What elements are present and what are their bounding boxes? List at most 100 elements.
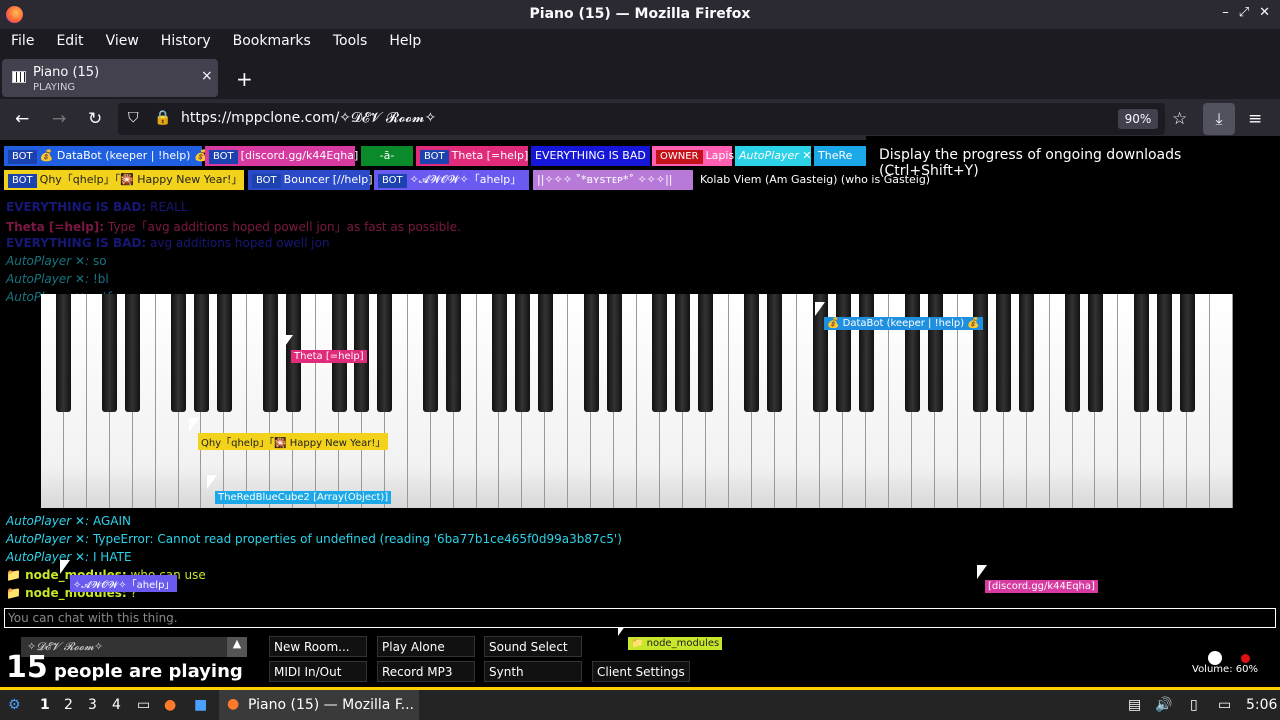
menu-help[interactable]: Help [378, 29, 432, 54]
taskbar-window-firefox[interactable]: ● Piano (15) — Mozilla F... [219, 690, 419, 720]
white-key[interactable] [1210, 294, 1233, 508]
chat-input[interactable]: You can chat with this thing. [4, 608, 1276, 628]
black-key[interactable] [1065, 294, 1081, 412]
maximize-button[interactable]: ⤢ [1239, 5, 1249, 20]
user-there[interactable]: TheRe [814, 146, 870, 166]
user-databot[interactable]: BOT 💰 DataBot (keeper | !help) 💰 [4, 146, 208, 166]
navigation-bar: ← → ↻ ⛉ 🔒 https://mppclone.com/✧𝓓𝓔𝓥 𝓡𝓸𝓸𝓶… [0, 99, 1280, 140]
cursor-label-discord: [discord.gg/k44Eqha] [985, 580, 1098, 593]
black-key[interactable] [423, 294, 439, 412]
black-key[interactable] [56, 294, 72, 412]
url-text[interactable]: https://mppclone.com/✧𝓓𝓔𝓥 𝓡𝓸𝓸𝓶✧ [181, 110, 436, 126]
cursor-icon [283, 335, 293, 349]
black-key[interactable] [904, 294, 920, 412]
user-theta[interactable]: BOT Theta [=help] [416, 146, 528, 166]
black-key[interactable] [767, 294, 783, 412]
black-key[interactable] [675, 294, 691, 412]
black-key[interactable] [1019, 294, 1035, 412]
new-tab-button[interactable]: + [236, 67, 253, 91]
menu-tools[interactable]: Tools [322, 29, 379, 54]
cursor-label-awow: ✧𝓐𝓦𝓞𝓦✧「ahelp」 [70, 575, 178, 592]
user-bystep[interactable]: ||✧✧✧ ˚*ʙʏsᴛᴇᴘ*˚ ✧✧✧|| [533, 170, 693, 190]
black-key[interactable] [262, 294, 278, 412]
url-bar[interactable]: ⛉ 🔒 https://mppclone.com/✧𝓓𝓔𝓥 𝓡𝓸𝓸𝓶✧ 90% [118, 103, 1165, 135]
zoom-level[interactable]: 90% [1118, 109, 1158, 129]
new-room-button[interactable]: New Room... [269, 636, 367, 657]
menu-bookmarks[interactable]: Bookmarks [222, 29, 322, 54]
black-key[interactable] [216, 294, 232, 412]
tray-app-icon[interactable]: ▤ [1128, 697, 1141, 713]
black-key[interactable] [1133, 294, 1149, 412]
black-key[interactable] [193, 294, 209, 412]
workspace-4[interactable]: 4 [112, 697, 121, 713]
tab-close-icon[interactable]: × [201, 68, 213, 84]
volume-knob[interactable] [1208, 651, 1222, 665]
menu-bar: File Edit View History Bookmarks Tools H… [0, 29, 1280, 54]
black-key[interactable] [698, 294, 714, 412]
shield-icon[interactable]: ⛉ [128, 110, 139, 126]
file-manager-icon[interactable]: ▭ [137, 697, 150, 713]
volume-icon[interactable]: 🔊 [1155, 697, 1172, 713]
downloads-button[interactable]: ⤓ [1203, 103, 1235, 135]
black-key[interactable] [858, 294, 874, 412]
midi-button[interactable]: MIDI In/Out [269, 661, 367, 682]
menu-view[interactable]: View [95, 29, 150, 54]
back-icon[interactable]: ← [15, 109, 29, 129]
hamburger-menu-icon[interactable]: ≡ [1248, 109, 1262, 129]
synth-button[interactable]: Synth [484, 661, 582, 682]
start-menu-icon[interactable]: ⚙ [8, 697, 21, 713]
player-count: 15 [6, 650, 48, 685]
lock-icon[interactable]: 🔒 [154, 110, 171, 126]
sound-select-button[interactable]: Sound Select [484, 636, 582, 657]
display-icon[interactable]: ▭ [1218, 697, 1231, 713]
user-discord[interactable]: BOT [discord.gg/k44Eqha] [205, 146, 358, 166]
black-key[interactable] [996, 294, 1012, 412]
cursor-label-redblue: TheRedBlueCube2 [Array(Object)] [215, 491, 392, 504]
black-key[interactable] [1179, 294, 1195, 412]
black-key[interactable] [377, 294, 393, 412]
workspace-3[interactable]: 3 [88, 697, 97, 713]
black-key[interactable] [973, 294, 989, 412]
black-key[interactable] [125, 294, 141, 412]
user-a[interactable]: -ā- [361, 146, 413, 166]
piano-keyboard[interactable] [41, 294, 1233, 508]
black-key[interactable] [1156, 294, 1172, 412]
close-button[interactable]: ✕ [1259, 5, 1270, 20]
minimize-button[interactable]: – [1222, 5, 1229, 20]
terminal-icon[interactable]: ■ [194, 697, 207, 713]
black-key[interactable] [171, 294, 187, 412]
black-key[interactable] [491, 294, 507, 412]
reload-icon[interactable]: ↻ [88, 109, 102, 129]
tab-piano[interactable]: Piano (15) PLAYING × [2, 59, 218, 97]
user-everything-is-bad[interactable]: EVERYTHING IS BAD [531, 146, 650, 166]
bookmark-star-icon[interactable]: ☆ [1172, 109, 1187, 129]
black-key[interactable] [1087, 294, 1103, 412]
client-settings-button[interactable]: Client Settings [592, 661, 690, 682]
user-awow[interactable]: BOT ✧𝓐𝓦𝓞𝓦✧「ahelp」 [374, 170, 529, 190]
workspace-2[interactable]: 2 [64, 697, 73, 713]
clipboard-icon[interactable]: ▯ [1190, 697, 1198, 713]
user-lapis[interactable]: OWNER Lapis [652, 146, 734, 166]
workspace-1[interactable]: 1 [40, 697, 50, 713]
user-qhy[interactable]: BOT Qhy「qhelp」「🎇 Happy New Year!」 [4, 170, 244, 190]
menu-file[interactable]: File [0, 29, 45, 54]
black-key[interactable] [652, 294, 668, 412]
firefox-launcher-icon[interactable]: ● [164, 697, 176, 713]
menu-history[interactable]: History [150, 29, 222, 54]
user-autoplayer[interactable]: AutoPlayer ✕ [735, 146, 811, 166]
black-key[interactable] [606, 294, 622, 412]
play-alone-button[interactable]: Play Alone [377, 636, 475, 657]
black-key[interactable] [537, 294, 553, 412]
black-key[interactable] [835, 294, 851, 412]
black-key[interactable] [927, 294, 943, 412]
forward-icon[interactable]: → [52, 109, 66, 129]
black-key[interactable] [446, 294, 462, 412]
record-mp3-button[interactable]: Record MP3 [377, 661, 475, 682]
piano-page: BOT 💰 DataBot (keeper | !help) 💰 BOT [disc… [0, 140, 1280, 687]
menu-edit[interactable]: Edit [45, 29, 94, 54]
user-bouncer[interactable]: BOT Bouncer [//help] [248, 170, 373, 190]
black-key[interactable] [102, 294, 118, 412]
black-key[interactable] [514, 294, 530, 412]
black-key[interactable] [744, 294, 760, 412]
black-key[interactable] [583, 294, 599, 412]
